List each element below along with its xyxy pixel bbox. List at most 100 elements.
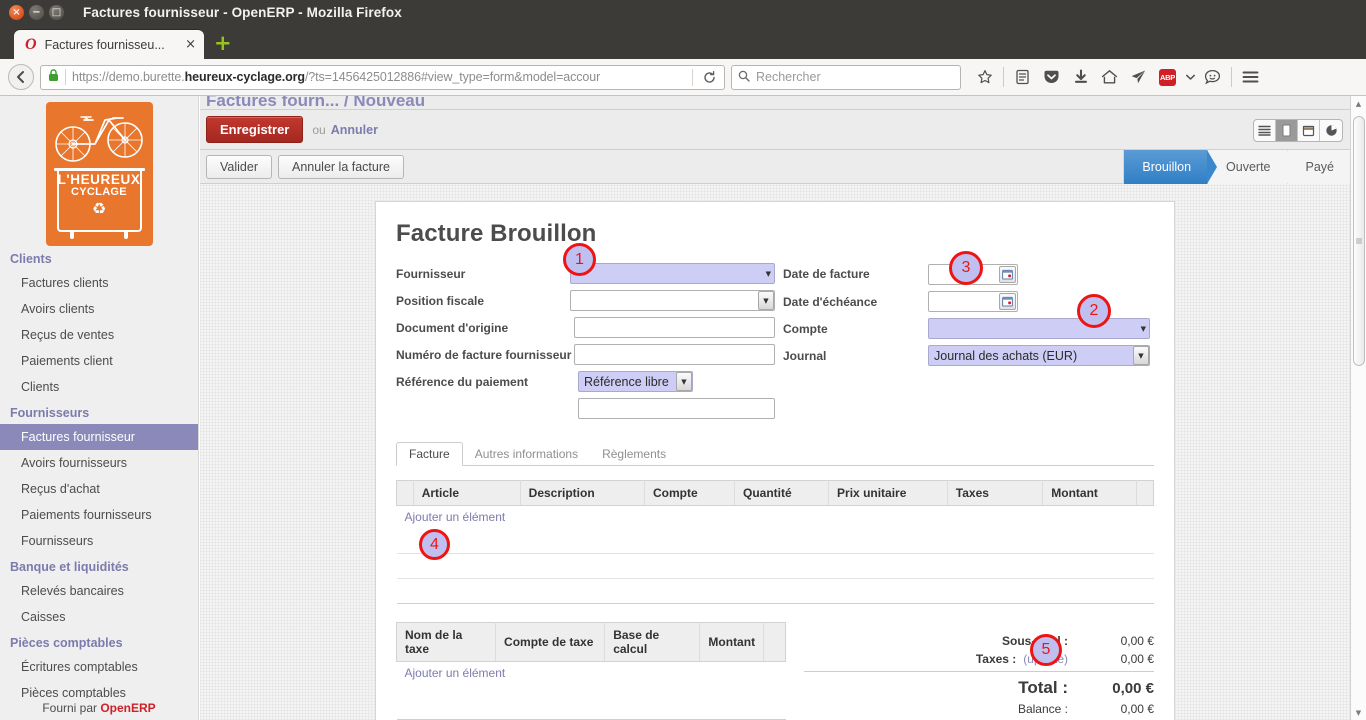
sidebar-item-avoirs-clients[interactable]: Avoirs clients [0, 296, 198, 322]
reference-paiement-value: Référence libre [584, 374, 669, 389]
field-reference-paiement[interactable]: Référence libre ▼ [578, 371, 693, 392]
sidebar-item-paiements-client[interactable]: Paiements client [0, 348, 198, 374]
field-row-document-origine: Document d'origine [396, 314, 775, 341]
sidebar-item-clients[interactable]: Clients [0, 374, 198, 400]
fournisseur-input[interactable] [570, 263, 775, 284]
home-icon[interactable] [1096, 64, 1123, 90]
calendar-icon[interactable] [999, 293, 1016, 310]
bookmark-star-icon[interactable] [971, 64, 998, 90]
scroll-down-icon[interactable]: ▼ [1351, 705, 1366, 720]
journal-select[interactable]: Journal des achats (EUR) [928, 345, 1150, 366]
field-row-position-fiscale: Position fiscale ▼ [396, 287, 775, 314]
table-row[interactable] [396, 578, 1154, 604]
col-compte[interactable]: Compte [644, 480, 736, 506]
sidebar-item-factures-clients[interactable]: Factures clients [0, 270, 198, 296]
table-row[interactable] [396, 528, 1154, 554]
chevron-down-icon[interactable]: ▼ [758, 291, 774, 310]
list-view-icon[interactable] [1254, 120, 1276, 141]
downloads-icon[interactable] [1067, 64, 1094, 90]
page-scrollbar[interactable]: ▲ ▼ [1350, 96, 1366, 720]
scrollbar-thumb[interactable] [1353, 116, 1365, 366]
col-prix-unitaire[interactable]: Prix unitaire [828, 480, 948, 506]
new-tab-icon[interactable]: + [214, 33, 232, 54]
chevron-down-icon[interactable]: ▼ [676, 372, 692, 391]
col-nom-taxe[interactable]: Nom de la taxe [395, 621, 497, 662]
col-article[interactable]: Article [413, 480, 521, 506]
scrollbar-grip [1356, 238, 1362, 244]
col-select [396, 480, 414, 506]
sidebar-item-avoirs-fournisseurs[interactable]: Avoirs fournisseurs [0, 450, 198, 476]
col-base-calcul[interactable]: Base de calcul [604, 621, 701, 662]
col-quantite[interactable]: Quantité [734, 480, 830, 506]
sidebar-item-caisses[interactable]: Caisses [0, 604, 198, 630]
field-fournisseur[interactable]: ▼ [570, 263, 775, 284]
browser-tab[interactable]: O Factures fournisseu... × [14, 30, 204, 59]
window-minimize-button[interactable]: − [29, 5, 44, 20]
close-icon[interactable]: × [185, 37, 196, 52]
col-montant-taxe[interactable]: Montant [699, 621, 765, 662]
tab-reglements[interactable]: Règlements [590, 443, 678, 465]
taxes-value: 0,00 € [1120, 651, 1154, 666]
sidebar-item-recus-dachat[interactable]: Reçus d'achat [0, 476, 198, 502]
search-bar[interactable]: Rechercher [731, 64, 961, 90]
sidebar-footer: Fourni par OpenERP [0, 698, 198, 717]
status-step-brouillon[interactable]: Brouillon [1123, 150, 1217, 184]
sidebar-item-factures-fournisseur[interactable]: Factures fournisseur [0, 424, 198, 450]
invoice-totals: Sous-total : 0,00 € Taxes : (update) 0,0… [786, 622, 1154, 720]
cancel-invoice-button[interactable]: Annuler la facture [277, 154, 404, 179]
add-line-link[interactable]: Ajouter un élément [397, 506, 1154, 528]
field-compte[interactable]: ▼ [928, 318, 1150, 339]
compte-input[interactable] [928, 318, 1150, 339]
col-taxes[interactable]: Taxes [947, 480, 1044, 506]
recycle-icon: ♻ [91, 199, 107, 218]
field-row-numero-facture: Numéro de facture fournisseur [396, 341, 775, 368]
cancel-link[interactable]: Annuler [331, 123, 378, 137]
adblock-plus-icon[interactable]: ABP [1154, 64, 1181, 90]
position-fiscale-select[interactable] [570, 290, 775, 311]
field-journal[interactable]: Journal des achats (EUR) ▼ [928, 345, 1150, 366]
table-row[interactable] [396, 707, 786, 720]
status-step-ouverte[interactable]: Ouverte [1207, 150, 1298, 184]
save-button[interactable]: Enregistrer [206, 116, 304, 143]
sidebar-item-recus-de-ventes[interactable]: Reçus de ventes [0, 322, 198, 348]
field-row-journal: Journal Journal des achats (EUR) ▼ [783, 342, 1154, 369]
send-tab-icon[interactable] [1125, 64, 1152, 90]
chevron-down-icon[interactable] [1183, 64, 1197, 90]
reload-icon[interactable] [697, 66, 722, 89]
tab-facture[interactable]: Facture [396, 442, 463, 466]
total-label: Total : [1018, 677, 1068, 697]
back-button[interactable] [8, 64, 34, 90]
field-position-fiscale[interactable]: ▼ [570, 290, 775, 311]
col-compte-taxe[interactable]: Compte de taxe [495, 621, 606, 662]
numero-facture-input[interactable] [574, 344, 775, 365]
table-row[interactable] [396, 553, 1154, 579]
calendar-icon[interactable] [999, 265, 1016, 283]
chevron-down-icon[interactable]: ▼ [1133, 346, 1149, 365]
date-echeance-input[interactable] [928, 291, 1018, 312]
window-close-button[interactable]: × [9, 5, 24, 20]
hamburger-menu-icon[interactable] [1237, 64, 1264, 90]
sidebar-item-fournisseurs[interactable]: Fournisseurs [0, 528, 198, 554]
url-bar[interactable]: https://demo.burette.heureux-cyclage.org… [40, 64, 725, 90]
add-tax-link[interactable]: Ajouter un élément [397, 662, 786, 684]
reading-list-icon[interactable] [1009, 64, 1036, 90]
graph-view-icon[interactable] [1320, 120, 1342, 141]
sidebar-item-ecritures-comptables[interactable]: Écritures comptables [0, 654, 198, 680]
sidebar-item-paiements-fournisseurs[interactable]: Paiements fournisseurs [0, 502, 198, 528]
window-maximize-button[interactable]: □ [49, 5, 64, 20]
scroll-up-icon[interactable]: ▲ [1351, 96, 1366, 111]
chat-icon[interactable] [1199, 64, 1226, 90]
field-label-compte: Compte [783, 321, 828, 336]
tab-autres-informations[interactable]: Autres informations [463, 443, 590, 465]
validate-button[interactable]: Valider [206, 154, 272, 179]
calendar-view-icon[interactable] [1298, 120, 1320, 141]
reference-paiement-input[interactable] [578, 398, 775, 419]
col-description[interactable]: Description [520, 480, 645, 506]
sidebar-item-releves-bancaires[interactable]: Relevés bancaires [0, 578, 198, 604]
chevron-down-icon: ▼ [1140, 324, 1146, 333]
table-row[interactable] [397, 684, 786, 708]
document-origine-input[interactable] [574, 317, 775, 338]
col-montant[interactable]: Montant [1042, 480, 1137, 506]
form-view-icon[interactable] [1276, 120, 1298, 141]
pocket-icon[interactable] [1038, 64, 1065, 90]
